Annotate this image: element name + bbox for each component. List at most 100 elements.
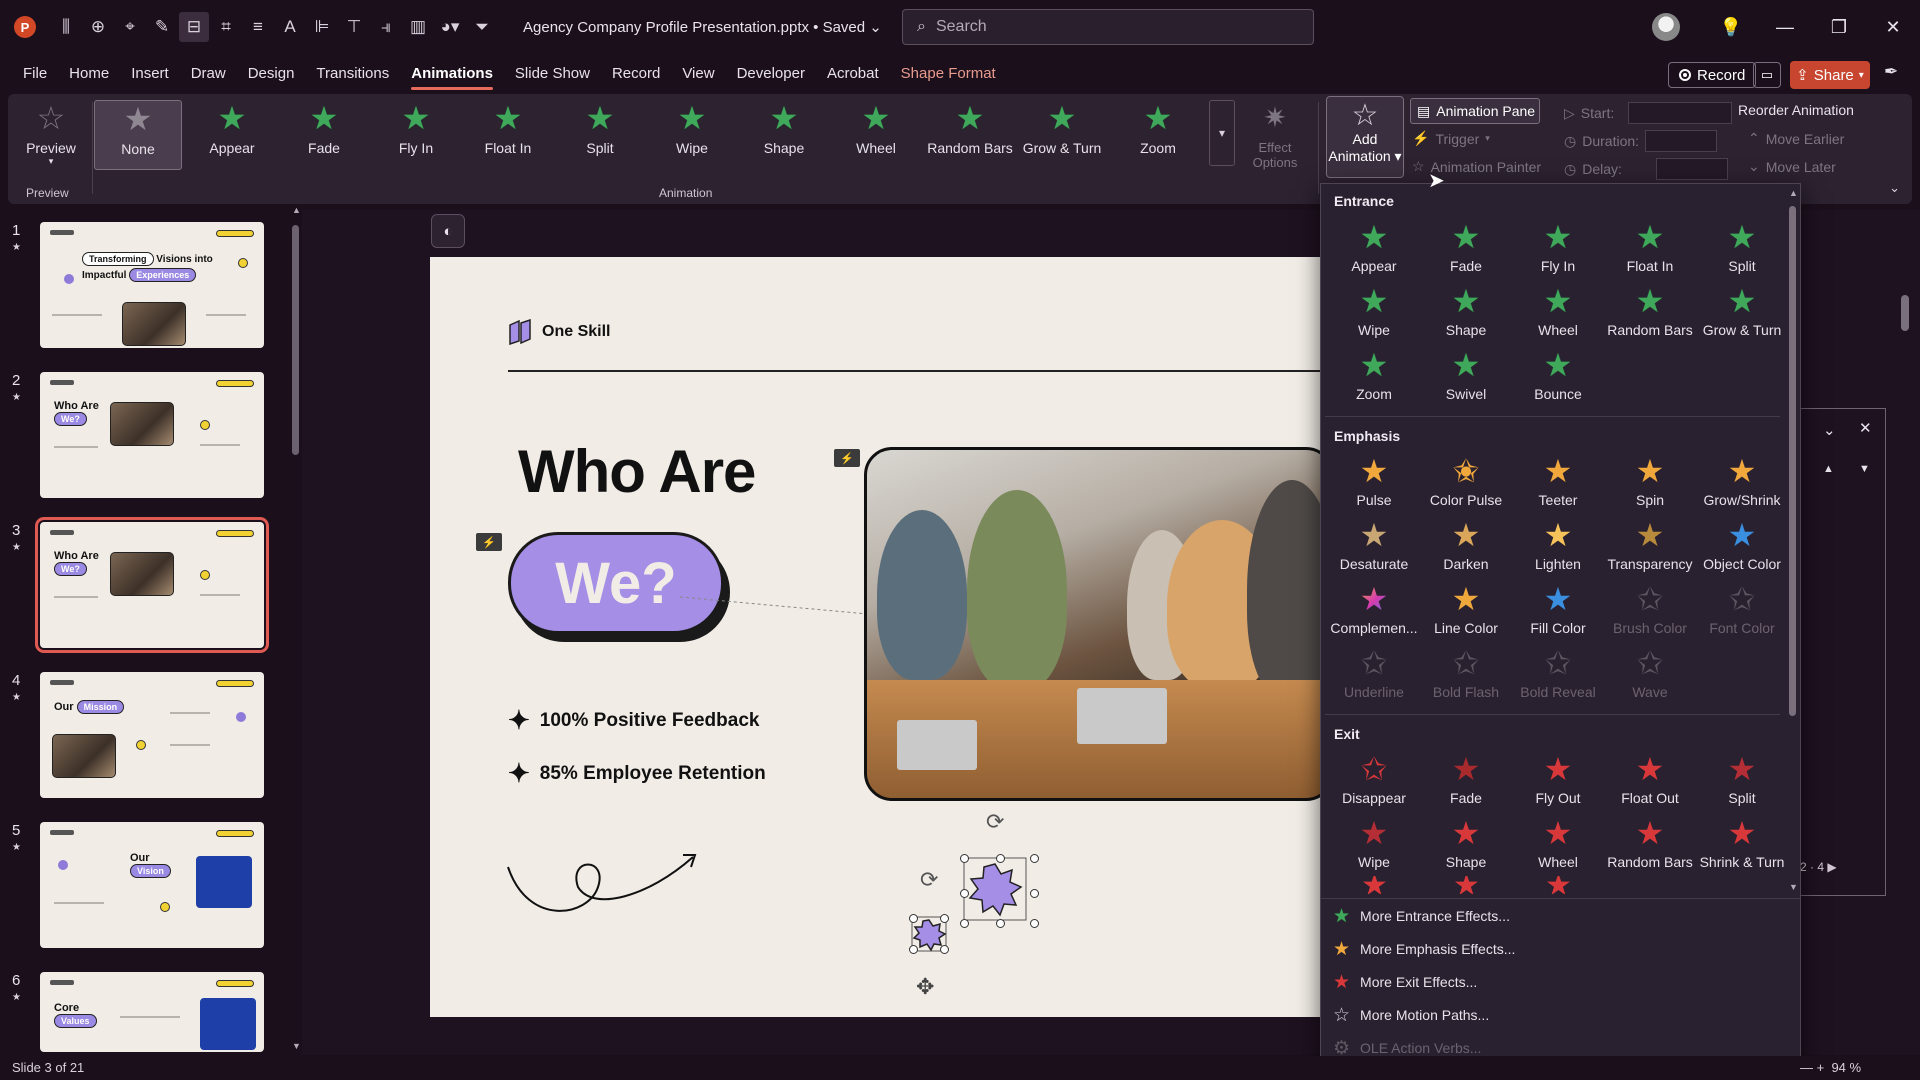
slide-title[interactable]: Who Are — [518, 437, 756, 506]
animation-marker-icon[interactable]: ⚡ — [834, 449, 860, 467]
crosshair-icon[interactable]: ⌖ — [115, 12, 145, 42]
gallery-random-bars[interactable]: ★ Random Bars — [924, 100, 1016, 170]
more-emphasis-effects[interactable]: ★ More Emphasis Effects... — [1333, 936, 1515, 962]
gallery-wheel[interactable]: ★ Wheel — [834, 100, 918, 170]
exit-fly-out[interactable]: ★ Fly Out — [1512, 752, 1604, 812]
tab-acrobat[interactable]: Acrobat — [816, 54, 890, 94]
tab-file[interactable]: File — [12, 54, 58, 94]
slide-brand[interactable]: One Skill — [508, 319, 610, 345]
slide-thumb-2[interactable]: Who Are We? — [40, 372, 264, 498]
more-exit-effects[interactable]: ★ More Exit Effects... — [1333, 969, 1477, 995]
entrance-bounce[interactable]: ★ Bounce — [1512, 348, 1604, 408]
slide-thumb-3[interactable]: Who Are We? — [35, 517, 269, 653]
entrance-swivel[interactable]: ★ Swivel — [1420, 348, 1512, 408]
exit-shape[interactable]: ★ Shape — [1420, 816, 1512, 876]
gallery-more-button[interactable]: ▾ — [1209, 100, 1235, 166]
document-title[interactable]: Agency Company Profile Presentation.pptx… — [523, 18, 882, 36]
slide-editor[interactable]: One Skill Who Are ⚡ ⚡ We? ✦ 100% Positive… — [430, 257, 1320, 1017]
move-earlier-button[interactable]: ⌃ Move Earlier — [1748, 130, 1844, 147]
tab-animations[interactable]: Animations — [400, 54, 504, 94]
more-entrance-effects[interactable]: ★ More Entrance Effects... — [1333, 903, 1510, 929]
resize-handle[interactable] — [960, 854, 969, 863]
resize-handle[interactable] — [909, 914, 918, 923]
minimize-icon[interactable]: — — [1758, 17, 1812, 38]
chart-icon[interactable]: ▥ — [403, 12, 433, 42]
close-pane-icon[interactable]: ✕ — [1859, 419, 1872, 437]
add-animation-button[interactable]: ☆ Add Animation ▾ — [1326, 96, 1404, 178]
tab-insert[interactable]: Insert — [120, 54, 180, 94]
align-left-icon[interactable]: ⫼ — [51, 12, 81, 42]
tab-slide-show[interactable]: Slide Show — [504, 54, 601, 94]
gallery-zoom[interactable]: ★ Zoom — [1116, 100, 1200, 170]
record-button[interactable]: Record — [1668, 62, 1757, 88]
slide-thumb-row[interactable]: 1 ★ Transforming Visions into Impactful … — [0, 210, 280, 348]
slide-thumb-4[interactable]: Our Mission — [40, 672, 264, 798]
comment-icon[interactable]: ▭ — [1753, 62, 1781, 88]
resize-handle[interactable] — [996, 919, 1005, 928]
slide-thumb-5[interactable]: Our Vision — [40, 822, 264, 948]
resize-handle[interactable] — [960, 919, 969, 928]
rotate-handle-icon[interactable]: ⟳ — [986, 809, 1004, 835]
bullet-item[interactable]: ✦ 85% Employee Retention — [508, 758, 766, 789]
tab-transitions[interactable]: Transitions — [305, 54, 400, 94]
crop-icon[interactable]: ⌗ — [211, 12, 241, 42]
slide-thumb-1[interactable]: Transforming Visions into Impactful Expe… — [40, 222, 264, 348]
share-button[interactable]: ⇪ Share ▾ — [1790, 61, 1870, 89]
format-painter-icon[interactable]: ✎ — [147, 12, 177, 42]
emphasis-line-color[interactable]: ★ Line Color — [1420, 582, 1512, 642]
entrance-fly-in[interactable]: ★ Fly In — [1512, 220, 1604, 280]
emphasis-spin[interactable]: ★ Spin — [1604, 454, 1696, 514]
slide-thumb-row[interactable]: 5 ★ Our Vision — [0, 810, 280, 948]
slide-thumb-6[interactable]: Core Values — [40, 972, 264, 1052]
animation-marker-icon[interactable]: ⚡ — [476, 533, 502, 551]
start-dropdown[interactable] — [1628, 102, 1733, 124]
gallery-float-in[interactable]: ★ Float In — [466, 100, 550, 170]
align-right-icon[interactable]: ⫣ — [371, 12, 401, 42]
duration-input[interactable] — [1645, 130, 1718, 152]
gallery-shape[interactable]: ★ Shape — [742, 100, 826, 170]
ribbon-collapse-icon[interactable]: ⌄ — [1889, 180, 1900, 196]
trigger-button[interactable]: ⚡ Trigger ▾ — [1412, 130, 1490, 147]
resize-handle[interactable] — [1030, 919, 1039, 928]
restore-icon[interactable]: ❐ — [1812, 17, 1866, 38]
animation-pane-button[interactable]: ▤ Animation Pane — [1410, 98, 1540, 124]
exit-random-bars[interactable]: ★ Random Bars — [1604, 816, 1696, 876]
pane-pagination[interactable]: 2 · 4 ▶ — [1800, 860, 1837, 874]
lightbulb-icon[interactable]: 💡 — [1704, 17, 1758, 38]
delay-input[interactable] — [1655, 158, 1728, 180]
emphasis-lighten[interactable]: ★ Lighten — [1512, 518, 1604, 578]
tab-draw[interactable]: Draw — [180, 54, 237, 94]
team-photo[interactable] — [864, 447, 1320, 801]
scroll-down-icon[interactable]: ▼ — [1789, 882, 1798, 892]
pen-icon[interactable]: ✒ — [1884, 62, 1898, 82]
preview-button[interactable]: ☆ Preview ▾ — [12, 100, 90, 170]
text-icon[interactable]: A — [275, 12, 305, 42]
shapes-icon[interactable]: ◕▾ — [435, 12, 465, 42]
align-top-icon[interactable]: ⊤ — [339, 12, 369, 42]
align-objects-icon[interactable]: ⊫ — [307, 12, 337, 42]
gallery-fly-in[interactable]: ★ Fly In — [374, 100, 458, 170]
entrance-wheel[interactable]: ★ Wheel — [1512, 284, 1604, 344]
scroll-thumb[interactable] — [1789, 206, 1796, 716]
entrance-shape[interactable]: ★ Shape — [1420, 284, 1512, 344]
emphasis-transparency[interactable]: ★ Transparency — [1604, 518, 1696, 578]
customize-qat-icon[interactable]: ⏷ — [467, 12, 497, 42]
entrance-zoom[interactable]: ★ Zoom — [1328, 348, 1420, 408]
gallery-fade[interactable]: ★ Fade — [282, 100, 366, 170]
more-motion-paths[interactable]: ☆ More Motion Paths... — [1333, 1002, 1489, 1028]
scroll-down-icon[interactable]: ▼ — [292, 1041, 301, 1051]
thumbnail-scrollbar[interactable]: ▲ ▼ — [292, 205, 301, 1055]
exit-fade[interactable]: ★ Fade — [1420, 752, 1512, 812]
exit-wipe[interactable]: ★ Wipe — [1328, 816, 1420, 876]
slide-thumb-row[interactable]: 4 ★ Our Mission — [0, 660, 280, 798]
tab-home[interactable]: Home — [58, 54, 120, 94]
emphasis-grow-shrink[interactable]: ★ Grow/Shrink — [1696, 454, 1788, 514]
resize-handle[interactable] — [960, 889, 969, 898]
move-up-icon[interactable]: ▲ — [1823, 463, 1834, 475]
bullet-item[interactable]: ✦ 100% Positive Feedback — [508, 705, 759, 736]
entrance-appear[interactable]: ★ Appear — [1328, 220, 1420, 280]
emphasis-teeter[interactable]: ★ Teeter — [1512, 454, 1604, 514]
entrance-float-in[interactable]: ★ Float In — [1604, 220, 1696, 280]
close-icon[interactable]: ✕ — [1866, 17, 1920, 38]
user-avatar[interactable] — [1652, 13, 1680, 41]
